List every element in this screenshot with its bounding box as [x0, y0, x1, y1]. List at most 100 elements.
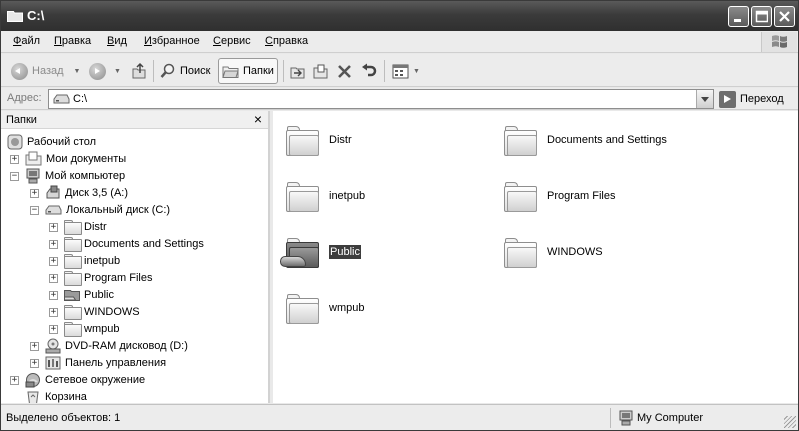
undo-button[interactable]	[360, 58, 377, 84]
folder-icon	[64, 322, 82, 337]
tree-node-distr[interactable]: Distr	[64, 218, 107, 235]
file-item-public[interactable]: Public	[280, 229, 361, 275]
menu-help[interactable]: Справка	[265, 35, 308, 47]
close-pane-icon[interactable]: ×	[254, 111, 262, 127]
collapse-icon[interactable]: −	[10, 172, 19, 181]
file-list-pane[interactable]: Distr Documents and Settings inetpub Pro…	[273, 111, 798, 403]
shared-folder-icon	[280, 234, 320, 270]
explorer-window: C:\ Файл Правка Вид Избранное Сервис Спр…	[0, 0, 799, 431]
search-button[interactable]: Поиск	[160, 58, 210, 84]
expand-icon[interactable]: +	[49, 291, 58, 300]
copy-to-button[interactable]	[312, 58, 329, 84]
tree-node-program-files[interactable]: Program Files	[64, 269, 152, 286]
my-computer-icon	[619, 410, 633, 426]
address-bar: Адрес: C:\ Переход	[1, 88, 798, 110]
control-panel-icon	[45, 356, 61, 369]
copy-to-icon	[313, 64, 328, 78]
back-button[interactable]: Назад ▼	[11, 58, 80, 84]
file-item-distr[interactable]: Distr	[284, 117, 352, 163]
tree-node-dvd-drive[interactable]: DVD-RAM дисковод (D:)	[45, 337, 188, 354]
floppy-drive-icon	[46, 185, 60, 198]
toolbar-separator	[283, 60, 284, 82]
standard-toolbar: Назад ▼ ▼ Поиск Папки ▼	[1, 54, 798, 87]
folder-icon	[64, 254, 82, 269]
chevron-down-icon: ▼	[73, 67, 81, 75]
address-input[interactable]: C:\	[48, 89, 714, 109]
up-folder-button[interactable]	[131, 58, 147, 84]
undo-icon	[362, 63, 377, 76]
search-icon	[160, 63, 175, 78]
status-zone: My Computer	[619, 410, 703, 426]
menu-view[interactable]: Вид	[107, 35, 127, 47]
file-item-documents-and-settings[interactable]: Documents and Settings	[502, 117, 667, 163]
menu-file[interactable]: Файл	[13, 35, 40, 47]
collapse-icon[interactable]: −	[30, 206, 39, 215]
file-item-windows[interactable]: WINDOWS	[502, 229, 603, 275]
expand-icon[interactable]: +	[30, 359, 39, 368]
tree-node-inetpub[interactable]: inetpub	[64, 252, 120, 269]
views-icon	[392, 64, 409, 78]
file-item-wmpub[interactable]: wmpub	[284, 285, 364, 331]
folder-icon	[7, 11, 23, 22]
maximize-button[interactable]	[751, 6, 772, 27]
tree-node-control-panel[interactable]: Панель управления	[45, 354, 166, 371]
go-arrow-icon	[719, 90, 736, 108]
tree-node-my-documents[interactable]: Мои документы	[25, 150, 126, 167]
tree-node-recycle-bin[interactable]: Корзина	[25, 388, 87, 403]
folder-icon	[502, 234, 538, 270]
tree-node-wmpub[interactable]: wmpub	[64, 320, 119, 337]
title-bar[interactable]: C:\	[1, 1, 798, 31]
address-dropdown-button[interactable]	[696, 90, 713, 108]
close-icon	[779, 11, 790, 22]
tree-node-local-disk-c[interactable]: Локальный диск (C:)	[45, 201, 170, 218]
expand-icon[interactable]: +	[49, 257, 58, 266]
forward-button[interactable]: ▼	[89, 58, 121, 84]
selected-item-label: Public	[329, 245, 361, 259]
minimize-button[interactable]	[728, 6, 749, 27]
expand-icon[interactable]: +	[10, 376, 19, 385]
menu-favorites[interactable]: Избранное	[144, 35, 200, 47]
tree-node-desktop[interactable]: Рабочий стол	[7, 133, 96, 150]
expand-icon[interactable]: +	[49, 325, 58, 334]
status-bar: Выделено объектов: 1 My Computer	[1, 404, 798, 430]
address-label: Адрес:	[7, 92, 42, 104]
tree-node-public[interactable]: Public	[64, 286, 114, 303]
expand-icon[interactable]: +	[49, 308, 58, 317]
my-computer-icon	[26, 168, 40, 183]
folders-button[interactable]: Папки	[218, 58, 278, 84]
status-selected-count: Выделено объектов: 1	[6, 412, 121, 424]
tree-node-documents-and-settings[interactable]: Documents and Settings	[64, 235, 204, 252]
folder-icon	[64, 305, 82, 320]
expand-icon[interactable]: +	[30, 342, 39, 351]
views-button[interactable]: ▼	[392, 58, 420, 84]
expand-icon[interactable]: +	[30, 189, 39, 198]
tree-node-network[interactable]: Сетевое окружение	[25, 371, 145, 388]
close-button[interactable]	[774, 6, 795, 27]
tree-node-windows[interactable]: WINDOWS	[64, 303, 140, 320]
folders-pane-header: Папки ×	[1, 111, 268, 129]
maximize-icon	[755, 10, 768, 23]
file-item-inetpub[interactable]: inetpub	[284, 173, 365, 219]
folder-icon	[64, 271, 82, 286]
expand-icon[interactable]: +	[10, 155, 19, 164]
move-to-button[interactable]	[289, 58, 306, 84]
expand-icon[interactable]: +	[49, 223, 58, 232]
expand-icon[interactable]: +	[49, 240, 58, 249]
chevron-down-icon: ▼	[114, 67, 121, 75]
delete-button[interactable]	[336, 58, 353, 84]
menu-tools[interactable]: Сервис	[213, 35, 251, 47]
tree-node-my-computer[interactable]: Мой компьютер	[25, 167, 125, 184]
folders-pane[interactable]: Папки × Рабочий стол + Мои документы − М…	[1, 111, 270, 403]
folders-icon	[222, 66, 239, 78]
dvd-drive-icon	[45, 338, 61, 353]
tree-node-floppy[interactable]: Диск 3,5 (A:)	[45, 184, 128, 201]
expand-icon[interactable]: +	[49, 274, 58, 283]
minimize-icon	[734, 19, 741, 22]
desktop-icon	[7, 134, 23, 149]
menu-edit[interactable]: Правка	[54, 35, 91, 47]
resize-grip[interactable]	[784, 416, 796, 428]
recycle-bin-icon	[27, 391, 39, 403]
folder-icon	[284, 290, 320, 326]
go-button[interactable]: Переход	[719, 90, 784, 108]
file-item-program-files[interactable]: Program Files	[502, 173, 615, 219]
